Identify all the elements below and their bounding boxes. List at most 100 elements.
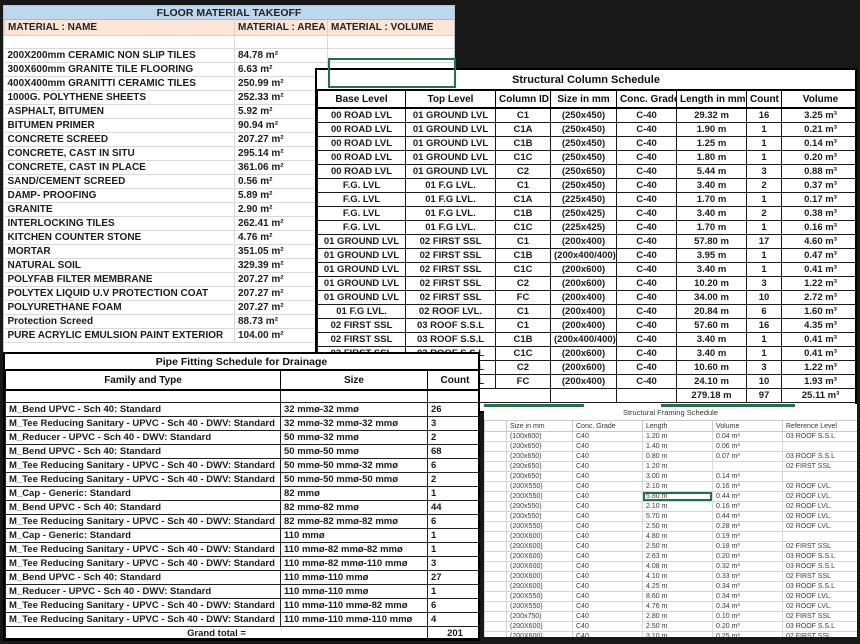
cell[interactable]: C1 [496,108,551,123]
cell[interactable]: 250.99 m² [235,76,328,90]
cell[interactable]: 4.60 m³ [782,235,858,249]
cell[interactable]: C-40 [617,375,677,389]
cell[interactable]: 2.50 m [643,542,713,552]
cell[interactable]: M_Bend UPVC - Sch 40: Standard [6,500,281,514]
cell[interactable]: 3 [428,416,481,430]
cell[interactable] [485,532,507,542]
cell[interactable]: 02 ROOF LVL. [783,502,858,512]
cell[interactable]: CONCRETE, CAST IN SITU [5,146,235,160]
cell[interactable]: 50 mmø-50 mmø-32 mmø [281,458,428,472]
cell[interactable]: M_Tee Reducing Sanitary - UPVC - Sch 40 … [6,612,281,626]
cell[interactable]: FC [496,291,551,305]
cell[interactable]: C-40 [617,291,677,305]
cell[interactable] [428,390,481,402]
cell[interactable] [617,389,677,403]
cell[interactable]: F.G. LVL [318,207,406,221]
cell[interactable]: 1.25 m [677,137,747,151]
cell[interactable]: 0.41 m³ [782,263,858,277]
cell[interactable]: C1A [496,123,551,137]
cell[interactable]: 3.40 m [677,207,747,221]
cell[interactable]: 2 [747,207,782,221]
grand-total-count[interactable]: 201 [428,626,481,640]
cell[interactable]: 2.50 m [643,622,713,632]
cell[interactable]: 02 ROOF LVL. [783,512,858,522]
cell[interactable]: 44 [428,500,481,514]
cell[interactable]: 351.05 m² [235,244,328,258]
cell[interactable]: (200X600) [507,572,573,582]
cell[interactable]: 02 ROOF LVL. [783,592,858,602]
cell[interactable]: 0.34 m³ [713,602,783,612]
cell[interactable]: C1B [496,249,551,263]
cell[interactable]: 1 [747,347,782,361]
column-header-cell[interactable]: Count [428,371,481,390]
cell[interactable]: 00 ROAD LVL [318,137,406,151]
cell[interactable]: M_Tee Reducing Sanitary - UPVC - Sch 40 … [6,416,281,430]
cell[interactable]: (250x450) [551,123,617,137]
cell[interactable]: (200x400) [551,375,617,389]
cell[interactable]: C40 [573,542,643,552]
cell[interactable]: 00 ROAD LVL [318,123,406,137]
cell[interactable]: 82 mmø-82 mmø [281,500,428,514]
cell[interactable]: C-40 [617,263,677,277]
cell[interactable]: 2.63 m [643,552,713,562]
cell[interactable]: 0.04 m³ [713,432,783,442]
cell[interactable] [485,632,507,638]
cell[interactable]: 3.10 m [643,632,713,638]
cell[interactable] [328,48,456,62]
cell[interactable]: (200x650) [507,442,573,452]
cell[interactable]: 8.60 m [643,592,713,602]
cell[interactable]: M_Tee Reducing Sanitary - UPVC - Sch 40 … [6,458,281,472]
cell[interactable]: (200x400) [551,305,617,319]
cell[interactable] [485,522,507,532]
cell[interactable]: C-40 [617,221,677,235]
cell[interactable] [485,562,507,572]
cell[interactable]: F.G. LVL [318,179,406,193]
cell[interactable]: SAND/CEMENT SCREED [5,174,235,188]
cell[interactable]: 27 [428,570,481,584]
column-header-cell[interactable]: Conc. Grade [573,421,643,432]
cell[interactable] [485,592,507,602]
cell[interactable]: M_Cap - Generic: Standard [6,528,281,542]
cell[interactable]: PURE ACRYLIC EMULSION PAINT EXTERIOR [5,328,235,342]
cell[interactable]: 82 mmø-82 mmø-82 mmø [281,514,428,528]
cell[interactable]: C1 [496,179,551,193]
cell[interactable]: DAMP- PROOFING [5,188,235,202]
cell[interactable]: 03 ROOF S.S.L [783,582,858,592]
cell[interactable]: 02 FIRST SSL [406,249,496,263]
cell[interactable]: 32 mmø-32 mmø [281,402,428,416]
cell[interactable]: 03 ROOF S.S.L [783,552,858,562]
cell[interactable]: 01 F.G LVL. [406,207,496,221]
cell[interactable] [328,35,456,48]
cell[interactable]: 3.95 m [677,249,747,263]
cell[interactable]: 0.37 m³ [782,179,858,193]
cell[interactable]: (250x450) [551,151,617,165]
cell[interactable] [485,572,507,582]
cell[interactable]: 1.70 m [677,221,747,235]
cell[interactable] [281,390,428,402]
cell[interactable]: (200x600) [551,361,617,375]
cell[interactable]: 361.06 m² [235,160,328,174]
cell[interactable]: C1A [496,193,551,207]
cell[interactable]: 00 ROAD LVL [318,151,406,165]
cell[interactable]: 1 [747,137,782,151]
cell[interactable]: 2.80 m [643,612,713,622]
cell[interactable]: 0.80 m [643,452,713,462]
cell[interactable]: 02 FIRST SSL [406,235,496,249]
grand-total-volume[interactable]: 25.11 m³ [782,389,858,403]
cell[interactable] [485,452,507,462]
cell[interactable]: 5.92 m² [235,104,328,118]
cell[interactable]: 3.25 m³ [782,108,858,123]
cell[interactable]: GRANITE [5,202,235,216]
cell[interactable]: 02 FIRST SSL [406,277,496,291]
cell[interactable]: C1 [496,319,551,333]
cell[interactable]: 0.33 m³ [713,572,783,582]
cell[interactable]: (200X600) [507,562,573,572]
cell[interactable]: 03 ROOF S.S.L [783,622,858,632]
cell[interactable]: 1.22 m³ [782,277,858,291]
cell[interactable]: 50 mmø-50 mmø [281,444,428,458]
cell[interactable]: 10 [747,291,782,305]
cell[interactable]: 02 FIRST SSL [783,612,858,622]
cell[interactable]: (200x400/400) [551,249,617,263]
column-header-cell[interactable]: Size [281,371,428,390]
cell[interactable]: 01 GROUND LVL [406,123,496,137]
